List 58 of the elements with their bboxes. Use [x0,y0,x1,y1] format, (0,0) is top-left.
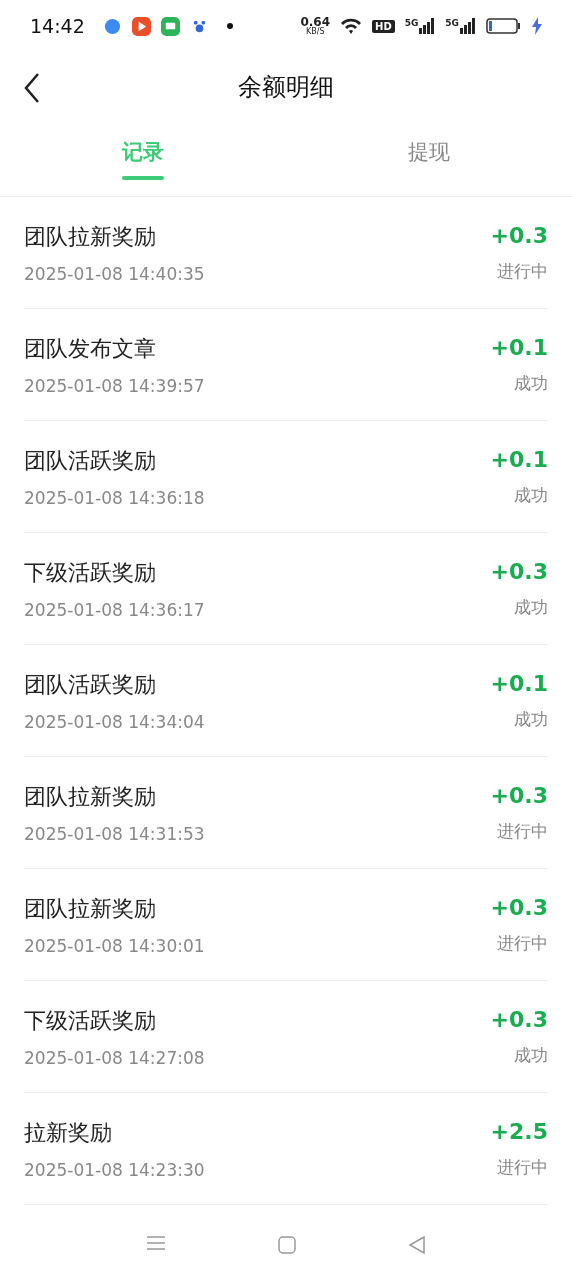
record-amount: +0.3 [490,222,548,248]
record-time: 2025-01-08 14:39:57 [24,375,205,396]
record-title: 下级活跃奖励 [24,1006,157,1035]
record-status: 进行中 [497,819,548,843]
record-status: 成功 [514,371,548,395]
home-icon[interactable] [277,1235,297,1255]
back-icon[interactable] [22,72,42,104]
record-amount: +0.3 [490,558,548,584]
record-status: 成功 [514,483,548,507]
record-amount: +0.1 [490,446,548,472]
record-title: 团队活跃奖励 [24,670,157,699]
record-time: 2025-01-08 14:27:08 [24,1047,205,1068]
record-time: 2025-01-08 14:36:17 [24,599,205,620]
tab[interactable]: 记录 [0,122,286,196]
charging-icon [532,17,542,35]
record-time: 2025-01-08 14:30:01 [24,935,205,956]
record-status: 进行中 [497,259,548,283]
record-title: 团队拉新奖励 [24,222,157,251]
record-status: 成功 [514,595,548,619]
record-amount: +2.5 [490,1118,548,1144]
network-type: 5G [445,18,459,28]
hd-badge: HD [372,19,395,33]
record-status: 进行中 [497,931,548,955]
record-status: 成功 [514,707,548,731]
record-time: 2025-01-08 14:36:18 [24,487,205,508]
network-speed: 0.64 [300,16,330,28]
record-time: 2025-01-08 14:40:35 [24,263,205,284]
record-title: 拉新奖励 [24,1118,113,1147]
network-type: 5G [404,18,419,28]
record-amount: +0.3 [490,1006,548,1032]
record-time: 2025-01-08 14:34:04 [24,711,205,732]
browser-app-icon [102,16,122,36]
record-amount: +0.3 [490,782,548,808]
record-time: 2025-01-08 14:23:30 [24,1159,205,1180]
record-status: 进行中 [497,1155,548,1179]
record-title: 下级活跃奖励 [24,558,157,587]
signal-icon [419,18,436,34]
tab[interactable]: 提现 [286,122,572,196]
record-time: 2025-01-08 14:31:53 [24,823,205,844]
record-title: 团队拉新奖励 [24,894,157,923]
wifi-icon [340,17,362,35]
speed-unit: KB/S [305,28,325,36]
chat-app-icon [160,16,180,36]
back-nav-icon[interactable] [407,1235,427,1255]
record-amount: +0.1 [490,334,548,360]
record-title: 团队发布文章 [24,334,157,363]
notification-dot [226,23,233,29]
record-status: 成功 [514,1043,548,1067]
video-app-icon [131,16,151,36]
status-time: 14:42 [30,15,85,37]
record-title: 团队活跃奖励 [24,446,157,475]
record-amount: +0.3 [490,894,548,920]
menu-icon[interactable] [145,1235,167,1251]
record-title: 团队拉新奖励 [24,782,157,811]
record-amount: +0.1 [490,670,548,696]
signal-icon [460,18,476,34]
battery-icon [486,17,522,35]
page-title: 余额明细 [238,72,334,103]
